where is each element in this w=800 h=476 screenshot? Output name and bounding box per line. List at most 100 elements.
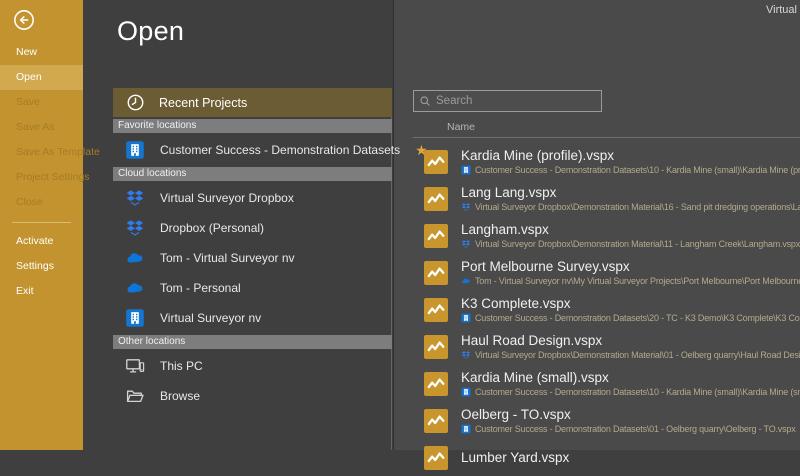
organization-icon	[461, 165, 471, 175]
file-name: Kardia Mine (profile).vspx	[461, 148, 800, 163]
file-row-port-melbourne-survey-vspx[interactable]: Port Melbourne Survey.vspx Tom - Virtual …	[413, 254, 800, 291]
file-row-lumber-yard-vspx[interactable]: Lumber Yard.vspx	[413, 439, 800, 476]
file-row-kardia-mine-profile-vspx[interactable]: Kardia Mine (profile).vspx Customer Succe…	[413, 143, 800, 180]
sidebar-menu: NewOpenSaveSave AsSave As TemplateProjec…	[0, 40, 83, 304]
file-path-line: Customer Success - Demonstration Dataset…	[461, 164, 800, 175]
location-label: Virtual Surveyor nv	[160, 311, 261, 325]
back-button[interactable]	[13, 9, 35, 31]
file-text: Port Melbourne Survey.vspx Tom - Virtual …	[461, 259, 800, 286]
vspx-file-icon	[424, 298, 448, 322]
file-path: Tom - Virtual Surveyor nv\My Virtual Sur…	[475, 276, 800, 286]
sidebar-item-project-settings: Project Settings	[0, 165, 83, 190]
sidebar-item-save: Save	[0, 90, 83, 115]
header-divider	[413, 137, 800, 138]
location-item-virtual-surveyor-dropbox[interactable]: Virtual Surveyor Dropbox	[113, 183, 392, 213]
organization-icon	[461, 313, 471, 323]
vspx-file-icon	[424, 372, 448, 396]
file-name: K3 Complete.vspx	[461, 296, 800, 311]
file-name: Kardia Mine (small).vspx	[461, 370, 800, 385]
vspx-file-icon	[424, 150, 448, 174]
file-row-oelberg-to-vspx[interactable]: Oelberg - TO.vspxCustomer Success - Demo…	[413, 402, 800, 439]
recent-files-panel: Name Kardia Mine (profile).vspxCustomer …	[413, 90, 800, 476]
file-path-line: Tom - Virtual Surveyor nv\My Virtual Sur…	[461, 275, 800, 286]
file-path-line: Virtual Surveyor Dropbox\Demonstration M…	[461, 349, 800, 360]
file-text: Haul Road Design.vspx Virtual Surveyor Dr…	[461, 333, 800, 360]
vspx-file-icon	[424, 409, 448, 433]
location-label: Virtual Surveyor Dropbox	[160, 191, 294, 205]
file-path: Virtual Surveyor Dropbox\Demonstration M…	[475, 350, 800, 360]
section-header-other-locations: Other locations	[113, 335, 392, 349]
location-label: Browse	[160, 389, 200, 403]
file-row-haul-road-design-vspx[interactable]: Haul Road Design.vspx Virtual Surveyor Dr…	[413, 328, 800, 365]
computer-icon	[125, 356, 145, 376]
file-text: Langham.vspx Virtual Surveyor Dropbox\Dem…	[461, 222, 800, 249]
location-item-tom-virtual-surveyor-nv[interactable]: Tom - Virtual Surveyor nv	[113, 243, 392, 273]
onedrive-icon	[125, 248, 145, 268]
file-name: Port Melbourne Survey.vspx	[461, 259, 800, 274]
sidebar-item-activate[interactable]: Activate	[0, 229, 83, 254]
dropbox-icon	[125, 218, 145, 238]
app-title: Virtual Surveyor	[766, 4, 800, 16]
locations-panel: Recent ProjectsFavorite locationsCustome…	[113, 88, 392, 411]
back-icon	[13, 9, 35, 31]
file-row-k3-complete-vspx[interactable]: K3 Complete.vspx Customer Success - Demon…	[413, 291, 800, 328]
section-header-cloud-locations: Cloud locations	[113, 167, 392, 181]
file-path: Customer Success - Demonstration Dataset…	[475, 313, 800, 323]
file-row-langham-vspx[interactable]: Langham.vspx Virtual Surveyor Dropbox\Dem…	[413, 217, 800, 254]
sidebar-item-open[interactable]: Open	[0, 65, 83, 90]
file-name: Lang Lang.vspx	[461, 185, 800, 200]
organization-icon	[461, 387, 471, 397]
sidebar-item-settings[interactable]: Settings	[0, 254, 83, 279]
file-text: Oelberg - TO.vspxCustomer Success - Demo…	[461, 407, 796, 434]
search-input[interactable]	[436, 95, 596, 107]
file-path: Virtual Surveyor Dropbox\Demonstration M…	[475, 202, 800, 212]
vspx-file-icon	[424, 446, 448, 470]
page-title: Open	[117, 16, 184, 47]
location-label: Dropbox (Personal)	[160, 221, 264, 235]
sidebar: NewOpenSaveSave AsSave As TemplateProjec…	[0, 0, 83, 450]
sidebar-item-new[interactable]: New	[0, 40, 83, 65]
organization-icon	[461, 424, 471, 434]
recent-projects-button[interactable]: Recent Projects	[113, 88, 392, 117]
file-text: Lumber Yard.vspx	[461, 450, 569, 465]
sidebar-item-save-as-template: Save As Template	[0, 140, 83, 165]
sidebar-item-save-as: Save As	[0, 115, 83, 140]
sidebar-item-close: Close	[0, 190, 83, 215]
file-name: Langham.vspx	[461, 222, 800, 237]
location-item-dropbox-personal[interactable]: Dropbox (Personal)	[113, 213, 392, 243]
location-item-tom-personal[interactable]: Tom - Personal	[113, 273, 392, 303]
file-path-line: Customer Success - Demonstration Dataset…	[461, 423, 796, 434]
dropbox-icon	[461, 350, 471, 360]
vspx-file-icon	[424, 335, 448, 359]
file-text: Lang Lang.vspx Virtual Surveyor Dropbox\D…	[461, 185, 800, 212]
location-label: Tom - Virtual Surveyor nv	[160, 251, 295, 265]
file-path: Customer Success - Demonstration Dataset…	[475, 387, 800, 397]
file-text: Kardia Mine (small).vspx Customer Success…	[461, 370, 800, 397]
organization-icon	[125, 308, 145, 328]
sidebar-divider	[12, 222, 71, 223]
organization-icon	[125, 140, 145, 160]
location-label: Tom - Personal	[160, 281, 241, 295]
location-item-virtual-surveyor-nv[interactable]: Virtual Surveyor nv	[113, 303, 392, 333]
recent-projects-label: Recent Projects	[159, 96, 247, 110]
file-name: Haul Road Design.vspx	[461, 333, 800, 348]
file-path: Customer Success - Demonstration Dataset…	[475, 165, 800, 175]
onedrive-icon	[125, 278, 145, 298]
location-item-customer-success-demonstration-datasets[interactable]: Customer Success - Demonstration Dataset…	[113, 135, 392, 165]
location-label: Customer Success - Demonstration Dataset…	[160, 143, 400, 157]
file-path: Virtual Surveyor Dropbox\Demonstration M…	[475, 239, 800, 249]
file-text: Kardia Mine (profile).vspx Customer Succe…	[461, 148, 800, 175]
file-name: Oelberg - TO.vspx	[461, 407, 796, 422]
search-icon	[419, 95, 431, 107]
file-row-kardia-mine-small-vspx[interactable]: Kardia Mine (small).vspx Customer Success…	[413, 365, 800, 402]
vspx-file-icon	[424, 187, 448, 211]
file-path-line: Customer Success - Demonstration Dataset…	[461, 386, 800, 397]
dropbox-icon	[125, 188, 145, 208]
search-box[interactable]	[413, 90, 602, 112]
location-item-browse[interactable]: Browse	[113, 381, 392, 411]
location-label: This PC	[160, 359, 203, 373]
file-name: Lumber Yard.vspx	[461, 450, 569, 465]
sidebar-item-exit[interactable]: Exit	[0, 279, 83, 304]
location-item-this-pc[interactable]: This PC	[113, 351, 392, 381]
file-row-lang-lang-vspx[interactable]: Lang Lang.vspx Virtual Surveyor Dropbox\D…	[413, 180, 800, 217]
